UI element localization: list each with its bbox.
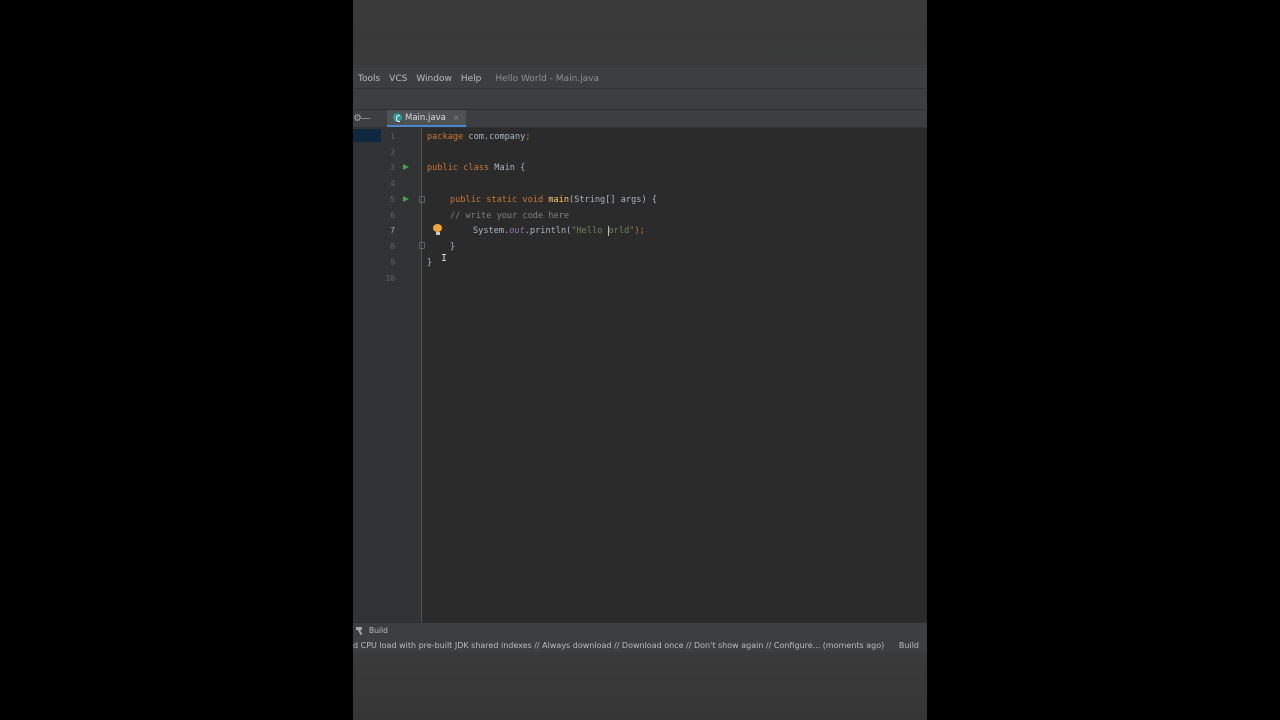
run-main-icon[interactable] (403, 196, 409, 202)
fold-icon[interactable] (419, 196, 425, 203)
line-number: 6 (390, 211, 395, 220)
menu-bar: Tools VCS Window Help Hello World - Main… (353, 68, 927, 88)
java-class-icon (393, 113, 402, 122)
line-number: 10 (385, 274, 395, 283)
blurred-bottom-area (353, 652, 927, 720)
menu-vcs[interactable]: VCS (385, 74, 411, 84)
minimize-icon[interactable]: — (359, 110, 373, 127)
mouse-cursor-icon: I (441, 253, 448, 264)
code-line-7: System.out.println("Hello orld"); (473, 225, 645, 236)
build-tool-tab[interactable]: Build (353, 622, 927, 638)
project-selection (353, 129, 381, 142)
build-tab-label: Build (369, 626, 388, 635)
run-class-icon[interactable] (403, 164, 409, 170)
editor-gutter: 1 2 3 4 5 6 7 8 9 10 (381, 128, 425, 622)
code-line-5: public static void main(String[] args) { (450, 195, 657, 205)
editor-tab-strip: ⚙ — Main.java × (353, 110, 927, 128)
status-message[interactable]: d CPU load with pre-built JDK shared ind… (353, 641, 899, 650)
code-editor[interactable]: package com.company; public class Main {… (427, 128, 927, 622)
blurred-top-area (353, 0, 927, 68)
code-line-6: // write your code here (450, 211, 569, 221)
hammer-icon (356, 626, 365, 635)
line-number: 8 (390, 242, 395, 251)
line-number-current: 7 (390, 226, 395, 235)
status-bar: d CPU load with pre-built JDK shared ind… (353, 638, 927, 652)
line-number: 2 (390, 148, 395, 157)
project-panel (353, 128, 381, 622)
menu-tools[interactable]: Tools (354, 74, 384, 84)
line-number: 1 (390, 132, 395, 141)
toolbar (353, 88, 927, 110)
tab-main-java[interactable]: Main.java × (387, 110, 466, 127)
code-line-8: } (450, 242, 456, 252)
ide-window: Tools VCS Window Help Hello World - Main… (353, 0, 927, 720)
code-line-9: } (427, 258, 433, 268)
menu-window[interactable]: Window (412, 74, 456, 84)
code-line-1: package com.company; (427, 132, 531, 142)
fold-icon[interactable] (419, 242, 425, 249)
status-build[interactable]: Build (899, 641, 919, 650)
close-icon[interactable]: × (453, 113, 460, 122)
menu-help[interactable]: Help (457, 74, 486, 84)
line-number: 4 (390, 179, 395, 188)
line-number: 5 (390, 195, 395, 204)
code-line-3: public class Main { (427, 163, 526, 173)
line-number: 3 (390, 163, 395, 172)
window-title: Hello World - Main.java (495, 73, 599, 84)
line-number: 9 (390, 258, 395, 267)
tab-label: Main.java (405, 112, 446, 123)
